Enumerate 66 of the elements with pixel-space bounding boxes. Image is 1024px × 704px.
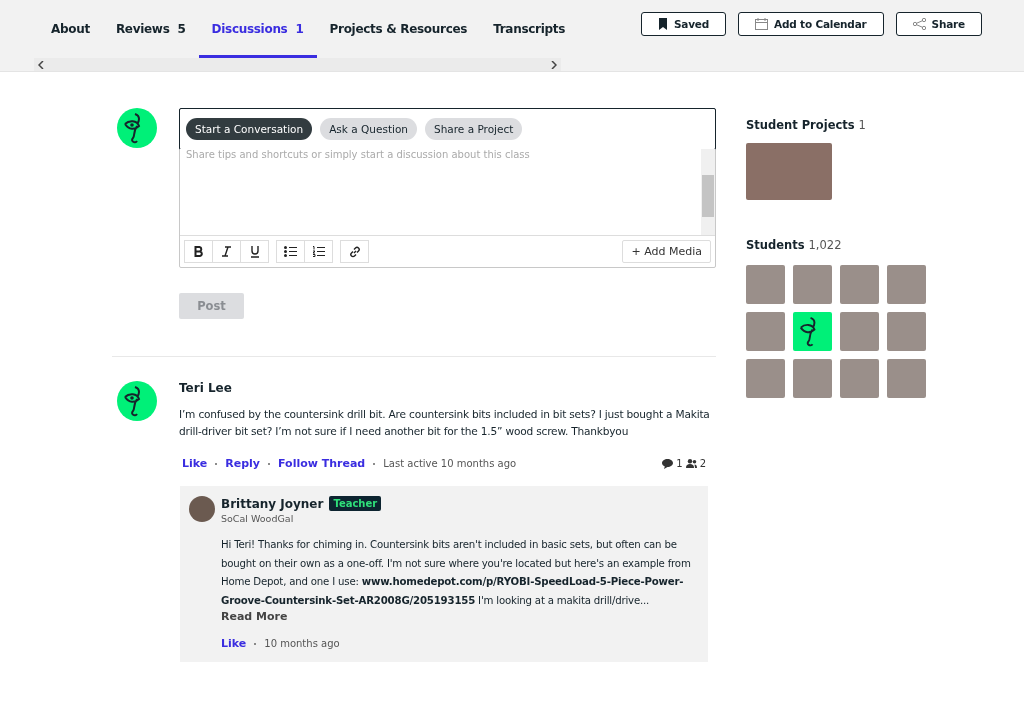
teacher-badge: Teacher: [329, 496, 382, 511]
bullets-button[interactable]: [276, 240, 305, 263]
italic-icon: [222, 246, 231, 257]
photo-placeholder[interactable]: [746, 265, 785, 304]
post-type-tab[interactable]: Ask a Question: [320, 118, 417, 140]
section-title: Student Projects 1: [746, 118, 867, 132]
people-icon: [685, 459, 697, 468]
avatar-drawing[interactable]: [793, 312, 832, 351]
link-icon: [348, 245, 361, 258]
numbered-list-icon: [312, 246, 325, 257]
tab[interactable]: Projects & Resources: [316, 0, 481, 58]
last-active-text: Last active 10 months ago: [383, 458, 517, 469]
photo-placeholder[interactable]: [746, 312, 785, 351]
read-more-link[interactable]: Read More: [221, 610, 288, 623]
scroll-left-icon[interactable]: [38, 60, 44, 69]
horizontal-scrollbar[interactable]: [34, 58, 561, 71]
saved-button[interactable]: Saved: [640, 12, 727, 36]
photo-placeholder[interactable]: [840, 265, 879, 304]
vertical-scrollbar[interactable]: [701, 149, 715, 235]
photo-placeholder[interactable]: [887, 359, 926, 398]
photo-placeholder[interactable]: [746, 143, 832, 200]
avatar-drawing: [117, 381, 157, 421]
photo-placeholder[interactable]: [793, 359, 832, 398]
bold-button[interactable]: [184, 240, 213, 263]
photo-placeholder[interactable]: [887, 265, 926, 304]
photo-placeholder: [189, 496, 215, 522]
underline-button[interactable]: [240, 240, 269, 263]
photo-placeholder[interactable]: [840, 312, 879, 351]
tab[interactable]: Transcripts: [480, 0, 579, 58]
post-type-tab[interactable]: Share a Project: [425, 118, 523, 140]
underline-icon: [249, 245, 260, 258]
share-icon: [912, 18, 926, 30]
photo-placeholder[interactable]: [887, 312, 926, 351]
author-name: Teri Lee: [179, 381, 233, 395]
author-subtitle: SoCal WoodGal: [221, 513, 295, 524]
photo-placeholder[interactable]: [840, 359, 879, 398]
calendar-icon: [755, 18, 769, 30]
participant-count: 2: [699, 458, 706, 469]
reply-count: 1: [676, 458, 683, 469]
photo-placeholder[interactable]: [793, 265, 832, 304]
reply-text: Hi Teri! Thanks for chiming in. Countersink bits aren't included in basic sets, but often can be bought on their own as a one-off. I'm not sure where you're located but here's an example from Home Depot, and one I use: www.homedepot.com/p/RYOBI-SpeedLoad-5-Piece-Power-Groove-Countersink-Set-AR2008G/205193155 I'm looking at a makita drill/drive...: [221, 538, 692, 608]
avatar-drawing: [117, 108, 157, 148]
comment-icon: [662, 458, 674, 469]
message-editor[interactable]: Start a Conversation Ask a Question Share a Project Share tips and shortcuts or simply start a discussion about this class + Add Media: [179, 108, 716, 268]
bold-icon: [193, 246, 204, 257]
scroll-right-icon[interactable]: [551, 60, 557, 69]
action-link[interactable]: Reply: [225, 457, 260, 470]
link-button[interactable]: [340, 240, 369, 263]
photo-placeholder[interactable]: [746, 359, 785, 398]
action-link[interactable]: Follow Thread: [278, 457, 366, 470]
add-media-button[interactable]: + Add Media: [622, 240, 711, 263]
action-link[interactable]: Like: [182, 457, 208, 470]
tab[interactable]: About: [38, 0, 103, 58]
tab[interactable]: Reviews 5: [102, 0, 199, 58]
like-link[interactable]: Like: [221, 637, 247, 650]
share-button[interactable]: Share: [895, 12, 982, 36]
section-title: Students 1,022: [746, 238, 843, 252]
comment-text: I’m confused by the countersink drill bit. Are countersink bits included in bit sets? I just bought a Makita drill-driver bit set? I’m not sure if I need another bit for the 1.5” wood screw. Thankbyou: [179, 407, 711, 439]
calendar-button[interactable]: Add to Calendar: [738, 12, 884, 36]
reply-time: 10 months ago: [264, 638, 340, 649]
numbers-button[interactable]: [304, 240, 333, 263]
bookmark-icon: [657, 18, 668, 30]
post-type-tab[interactable]: Start a Conversation: [186, 118, 313, 140]
author-name: Brittany Joyner: [221, 496, 324, 511]
italic-button[interactable]: [212, 240, 241, 263]
bulleted-list-icon: [284, 246, 297, 257]
